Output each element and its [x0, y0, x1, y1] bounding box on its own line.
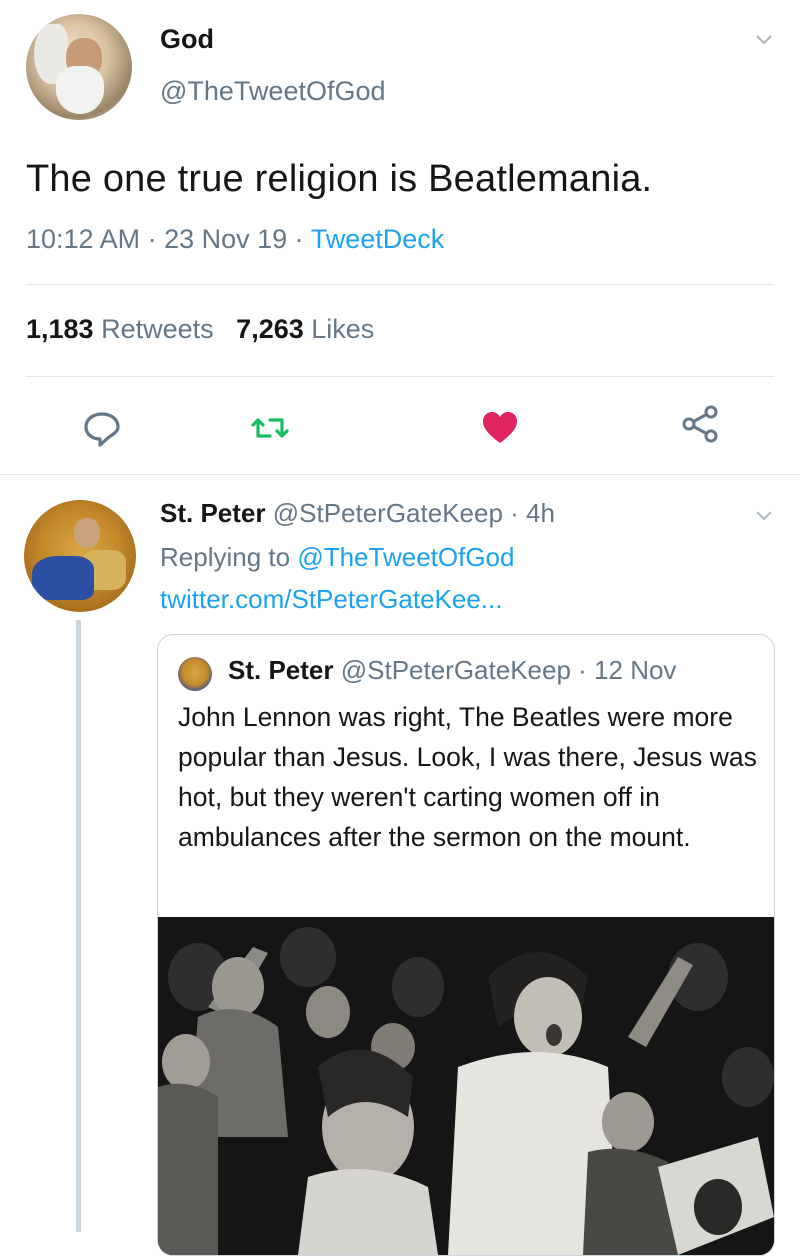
avatar-robe-blue	[32, 556, 94, 600]
quote-author-handle: @StPeterGateKeep	[340, 655, 571, 685]
thread-line	[76, 620, 81, 1232]
tweet-stats: 1,183 Retweets 7,263 Likes	[26, 314, 374, 345]
divider	[26, 284, 774, 285]
chevron-down-icon[interactable]	[755, 506, 773, 524]
tweet-time: 10:12 AM	[26, 224, 141, 254]
reply-age: 4h	[526, 498, 555, 528]
retweets-stat[interactable]: 1,183 Retweets	[26, 314, 214, 344]
reply-header: St. Peter @StPeterGateKeep · 4h	[160, 498, 555, 528]
divider	[26, 376, 774, 377]
reply-author-handle[interactable]: @StPeterGateKeep	[273, 498, 503, 528]
retweet-icon[interactable]	[250, 408, 290, 448]
quote-header: St. Peter @StPeterGateKeep · 12 Nov	[228, 655, 677, 685]
retweets-label: Retweets	[101, 314, 214, 344]
retweets-count: 1,183	[26, 314, 94, 344]
quote-avatar	[178, 657, 212, 691]
author-name[interactable]: God	[160, 24, 214, 55]
tweet-link[interactable]: twitter.com/StPeterGateKee...	[160, 584, 502, 615]
replying-to: Replying to @TheTweetOfGod	[160, 542, 514, 573]
reply-avatar[interactable]	[24, 500, 136, 612]
quote-author-name: St. Peter	[228, 655, 334, 685]
speech-bubble-icon[interactable]	[82, 408, 122, 448]
tweet-date: 23 Nov 19	[164, 224, 288, 254]
likes-count: 7,263	[236, 314, 304, 344]
heart-icon[interactable]	[480, 408, 520, 448]
avatar-head	[74, 518, 100, 548]
author-handle[interactable]: @TheTweetOfGod	[160, 76, 386, 107]
avatar[interactable]	[26, 14, 132, 120]
replying-label: Replying to	[160, 542, 291, 572]
tweet-meta: 10:12 AM · 23 Nov 19 · TweetDeck	[26, 224, 445, 254]
share-icon[interactable]	[680, 404, 720, 444]
section-divider	[0, 474, 800, 475]
likes-stat[interactable]: 7,263 Likes	[236, 314, 374, 344]
tweet-source[interactable]: TweetDeck	[311, 224, 445, 254]
tweet-text: The one true religion is Beatlemania.	[26, 158, 653, 200]
avatar-beard	[56, 66, 104, 114]
crowd-photo[interactable]	[158, 917, 774, 1255]
likes-label: Likes	[311, 314, 375, 344]
replying-to-handle[interactable]: @TheTweetOfGod	[297, 542, 514, 572]
quote-date: 12 Nov	[594, 655, 677, 685]
quoted-tweet[interactable]: St. Peter @StPeterGateKeep · 12 Nov John…	[157, 634, 775, 1256]
chevron-down-icon[interactable]	[755, 30, 773, 48]
quote-text: John Lennon was right, The Beatles were …	[178, 702, 757, 852]
reply-author-name[interactable]: St. Peter	[160, 498, 266, 528]
